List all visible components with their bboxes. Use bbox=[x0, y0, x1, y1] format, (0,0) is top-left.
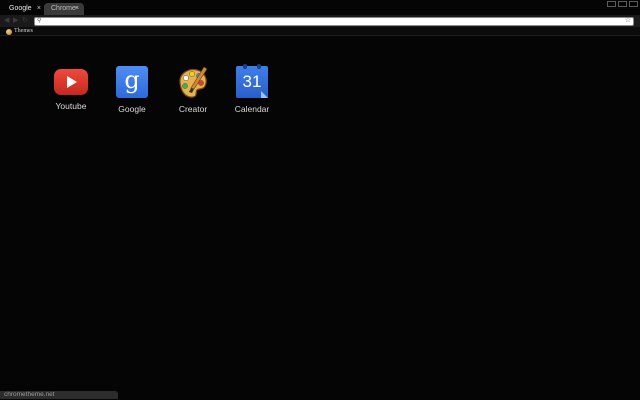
google-g-glyph: g bbox=[124, 66, 140, 94]
app-calendar[interactable]: 31 Calendar bbox=[222, 64, 282, 114]
tab-label: Google bbox=[9, 5, 32, 12]
app-google[interactable]: g Google bbox=[102, 66, 162, 114]
search-icon: ⚲ bbox=[37, 18, 42, 24]
app-label: Calendar bbox=[234, 104, 270, 114]
calendar-ring bbox=[243, 64, 247, 69]
app-youtube[interactable]: Youtube bbox=[41, 66, 101, 111]
app-label: Google bbox=[118, 104, 146, 114]
window-controls bbox=[607, 1, 638, 8]
calendar-icon: 31 bbox=[236, 64, 268, 98]
close-icon[interactable]: × bbox=[75, 3, 79, 15]
bookmark-star-icon[interactable]: ☆ bbox=[625, 17, 631, 25]
close-window-button[interactable] bbox=[629, 1, 638, 7]
minimize-button[interactable] bbox=[607, 1, 616, 7]
forward-arrow-icon[interactable]: ▶ bbox=[13, 17, 18, 25]
page-fold bbox=[261, 91, 268, 98]
back-arrow-icon[interactable]: ◀ bbox=[4, 17, 9, 25]
tab-chrome[interactable]: Chrome × bbox=[44, 3, 84, 15]
play-icon bbox=[67, 76, 77, 88]
app-label: Creator bbox=[178, 104, 208, 114]
theme-icon bbox=[6, 28, 12, 35]
app-creator[interactable]: Creator bbox=[163, 66, 223, 114]
toolbar: ◀ ▶ ↻ ⚲ ☆ bbox=[0, 15, 640, 27]
google-search-icon: g bbox=[116, 66, 148, 98]
maximize-button[interactable] bbox=[618, 1, 627, 7]
bookmark-themes[interactable]: Themes bbox=[6, 28, 33, 35]
close-icon[interactable]: × bbox=[37, 3, 41, 15]
tab-label: Chrome bbox=[51, 5, 76, 12]
palette-icon bbox=[177, 66, 209, 98]
status-url: chrometheme.net bbox=[4, 391, 55, 398]
omnibox[interactable]: ⚲ ☆ bbox=[34, 17, 634, 26]
tab-strip: Google × Chrome × bbox=[0, 0, 640, 15]
calendar-ring bbox=[257, 64, 261, 69]
calendar-date-glyph: 31 bbox=[242, 72, 262, 91]
tab-google[interactable]: Google × bbox=[2, 3, 44, 15]
bookmarks-bar: Themes bbox=[0, 27, 640, 36]
bookmark-label: Themes bbox=[14, 28, 33, 34]
youtube-icon bbox=[54, 69, 88, 95]
status-bar: chrometheme.net bbox=[0, 391, 118, 399]
reload-icon[interactable]: ↻ bbox=[22, 17, 28, 25]
app-label: Youtube bbox=[55, 101, 87, 111]
